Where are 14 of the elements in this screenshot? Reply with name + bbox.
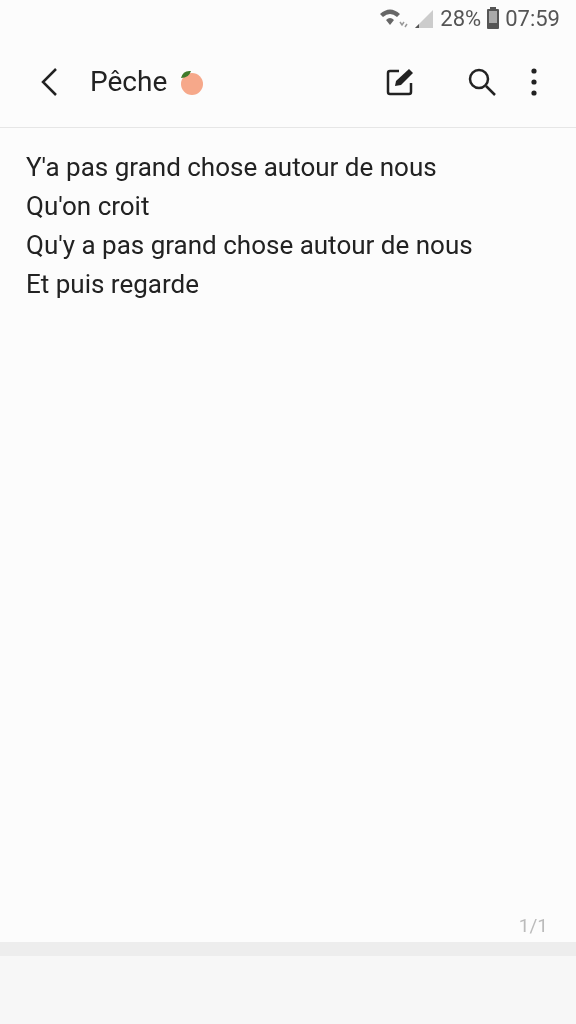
battery-percent: 28% [440, 4, 482, 33]
wifi-icon [378, 7, 409, 29]
more-icon [531, 67, 537, 96]
note-line: Qu'y a pas grand chose autour de nous [26, 229, 474, 262]
note-line: Qu'on croit [26, 190, 151, 223]
search-icon [467, 66, 497, 97]
note-title: Pêche [90, 63, 168, 100]
clock-time: 07:59 [505, 4, 560, 33]
edit-icon [385, 66, 415, 97]
note-line: Et puis regarde [26, 268, 200, 301]
page-indicator: 1/1 [518, 912, 548, 939]
back-icon [40, 66, 58, 97]
note-line: Y'a pas grand chose autour de nous [26, 151, 438, 184]
battery-icon [487, 7, 500, 29]
